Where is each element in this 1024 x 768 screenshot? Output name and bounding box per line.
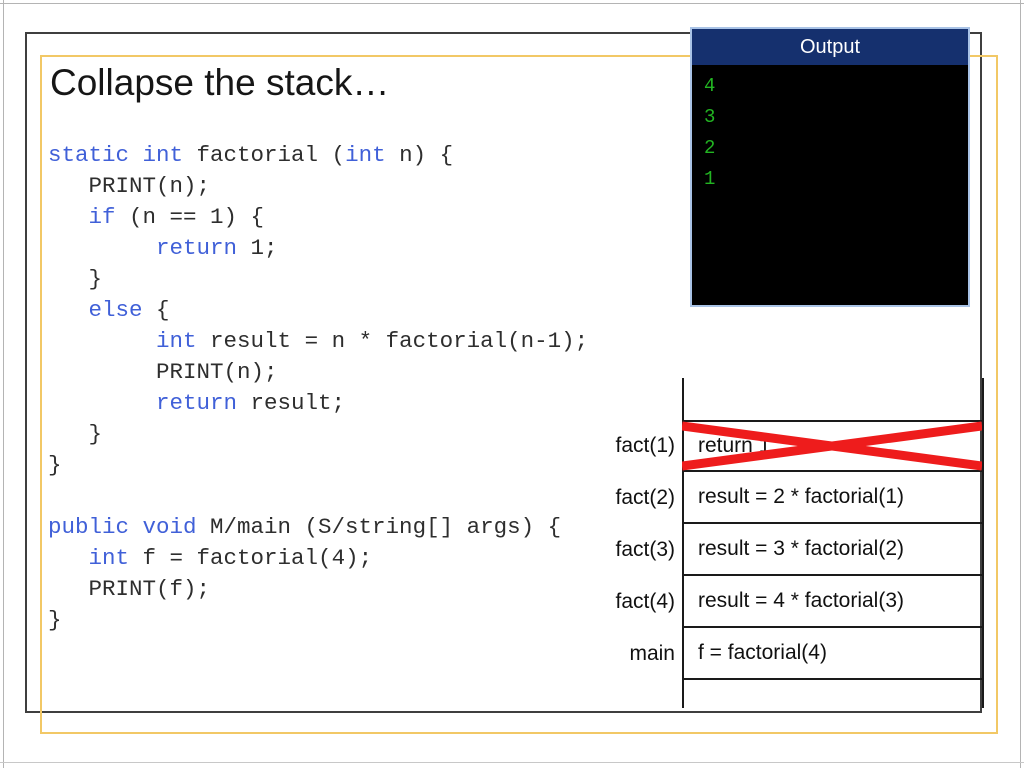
code-keyword: static: [48, 142, 143, 168]
code-line: }: [48, 450, 648, 481]
code-keyword: else: [88, 297, 143, 323]
stack-frame-label: fact(3): [615, 538, 675, 561]
code-keyword: int: [142, 142, 197, 168]
code-keyword: return: [156, 390, 238, 416]
stack-frame-cell: f = factorial(4): [682, 628, 984, 680]
code-text: {: [142, 297, 170, 323]
canvas-guide-top: [0, 3, 1024, 4]
code-text: PRINT(n);: [48, 359, 278, 385]
code-text: result;: [237, 390, 346, 416]
code-line: return 1;: [48, 233, 648, 264]
stack-frame-label: fact(4): [615, 590, 675, 613]
code-keyword: return: [156, 235, 238, 261]
code-keyword: int: [88, 545, 130, 571]
code-line: return result;: [48, 388, 648, 419]
stack-frame-row: fact(1) return 1: [600, 420, 984, 472]
stack-frame-label: fact(1): [615, 434, 675, 457]
stack-open-top: [600, 378, 984, 420]
code-text: PRINT(n);: [48, 173, 211, 199]
code-keyword: if: [88, 204, 116, 230]
call-stack-diagram: fact(1) return 1 fact(2) result = 2 * facto…: [600, 378, 984, 708]
code-text: PRINT(f);: [48, 576, 211, 602]
code-line: if (n == 1) {: [48, 202, 648, 233]
stack-frame-row: fact(4) result = 4 * factorial(3): [600, 576, 984, 628]
code-text: n) {: [385, 142, 454, 168]
code-line: else {: [48, 295, 648, 326]
code-text: }: [48, 421, 103, 447]
stack-frame-cell: return 1: [682, 420, 984, 472]
stack-spacer-cell: [682, 680, 984, 708]
code-text: }: [48, 452, 62, 478]
code-line: static int factorial (int n) {: [48, 140, 648, 171]
code-keyword: int: [345, 142, 386, 168]
stack-spacer-label: [600, 680, 682, 708]
code-text: result = n * factorial(n-1);: [196, 328, 589, 354]
output-console-body: 4 3 2 1: [692, 65, 968, 305]
stack-frame-row: fact(2) result = 2 * factorial(1): [600, 472, 984, 524]
stack-frame-cell: result = 4 * factorial(3): [682, 576, 984, 628]
code-listing: static int factorial (int n) { PRINT(n);…: [48, 140, 648, 636]
code-text: }: [48, 266, 103, 292]
code-text: f = factorial(4);: [129, 545, 373, 571]
page-title: Collapse the stack…: [50, 62, 390, 103]
stack-frame-row: fact(3) result = 3 * factorial(2): [600, 524, 984, 576]
stack-frame-label: main: [629, 642, 675, 665]
output-line: 4: [704, 75, 716, 97]
canvas-guide-left: [3, 0, 4, 768]
output-line: 2: [704, 137, 716, 159]
code-line: PRINT(f);: [48, 574, 648, 605]
stack-open-bottom: [600, 680, 984, 708]
canvas-guide-right: [1020, 0, 1021, 768]
canvas-guide-bottom: [0, 762, 1024, 763]
code-line: public void M/main (S/string[] args) {: [48, 512, 648, 543]
code-line: }: [48, 264, 648, 295]
code-keyword: public: [48, 514, 143, 540]
code-line: PRINT(n);: [48, 171, 648, 202]
stack-frame-label: fact(2): [615, 486, 675, 509]
code-keyword: void: [142, 514, 211, 540]
code-text: (n == 1) {: [115, 204, 265, 230]
stack-frame-cell: result = 2 * factorial(1): [682, 472, 984, 524]
output-line: 3: [704, 106, 716, 128]
slide-canvas: Collapse the stack… static int factorial…: [0, 0, 1024, 768]
stack-spacer-cell: [682, 378, 984, 420]
code-text: }: [48, 607, 62, 633]
code-text: factorial (: [196, 142, 346, 168]
stack-frame-cell: result = 3 * factorial(2): [682, 524, 984, 576]
output-console-window: Output 4 3 2 1: [690, 27, 970, 307]
code-line: PRINT(n);: [48, 357, 648, 388]
code-text: M/main (S/string[] args) {: [210, 514, 562, 540]
code-text: 1;: [237, 235, 278, 261]
code-line: int f = factorial(4);: [48, 543, 648, 574]
code-keyword: int: [156, 328, 197, 354]
stack-frame-row: main f = factorial(4): [600, 628, 984, 680]
output-titlebar: Output: [692, 29, 968, 65]
code-line: }: [48, 605, 648, 636]
code-line: int result = n * factorial(n-1);: [48, 326, 648, 357]
code-line: [48, 481, 648, 512]
stack-spacer-label: [600, 378, 682, 420]
output-title-label: Output: [799, 35, 861, 58]
output-line: 1: [704, 168, 716, 190]
code-line: }: [48, 419, 648, 450]
